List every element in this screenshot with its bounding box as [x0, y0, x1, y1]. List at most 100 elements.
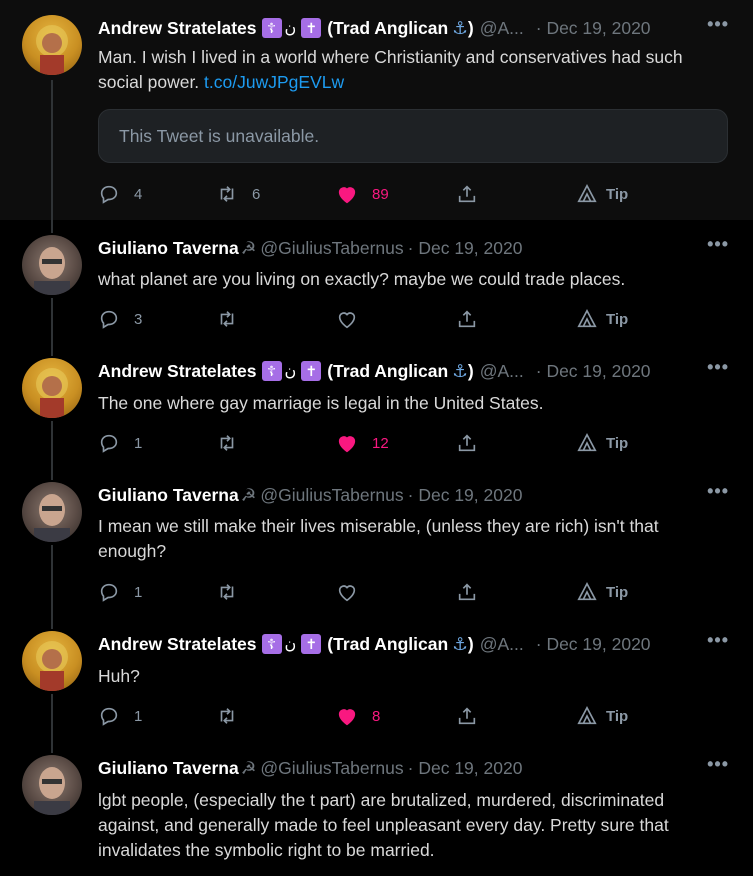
anchor-icon: ⚓	[452, 17, 468, 38]
author-handle[interactable]: @A...	[480, 361, 524, 382]
like-button[interactable]: 8	[336, 704, 380, 728]
author-name[interactable]: Giuliano Taverna	[98, 485, 239, 506]
tip-button[interactable]: Tip	[576, 431, 628, 455]
tip-label: Tip	[606, 185, 629, 203]
thread-line	[51, 545, 53, 616]
tweet-date[interactable]: · Dec 19, 2020	[536, 18, 651, 39]
reply-button[interactable]: 3	[98, 307, 142, 331]
author-name-suffix: (Trad Anglican	[327, 17, 449, 38]
retweet-icon	[220, 186, 234, 202]
tip-button[interactable]: Tip	[576, 580, 628, 604]
more-icon[interactable]: •••	[707, 14, 729, 35]
author-handle[interactable]: @GiuliusTabernus	[260, 238, 403, 259]
avatar[interactable]	[22, 755, 82, 815]
share-button[interactable]	[456, 182, 478, 206]
nun-icon: ن	[284, 636, 297, 653]
like-button[interactable]: 12	[336, 431, 389, 455]
author-name[interactable]: Andrew Stratelates	[98, 361, 257, 382]
retweet-button[interactable]: 6	[216, 182, 260, 206]
retweet-button[interactable]	[216, 307, 238, 331]
tip-icon	[577, 308, 597, 328]
reply-icon	[100, 583, 118, 602]
retweet-icon	[220, 311, 234, 327]
retweet-button[interactable]	[216, 580, 238, 604]
like-button[interactable]: 89	[336, 182, 389, 206]
reply-button[interactable]: 1	[98, 704, 142, 728]
nun-icon: ن	[284, 363, 297, 380]
tweet[interactable]: Giuliano Taverna ☭ @GiuliusTabernus · De…	[0, 467, 753, 616]
author-handle[interactable]: @A...	[480, 634, 524, 655]
avatar[interactable]	[22, 482, 82, 542]
author-handle[interactable]: @GiuliusTabernus	[260, 485, 403, 506]
more-icon[interactable]: •••	[707, 754, 729, 775]
author-name[interactable]: Giuliano Taverna	[98, 758, 239, 779]
tweet-link[interactable]: t.co/JuwJPgEVLw	[204, 72, 344, 92]
share-button[interactable]	[456, 307, 478, 331]
tweet-header: Andrew Stratelates ☦ ن ✝ (Trad Anglican …	[98, 360, 733, 382]
orthodox-cross-icon: ☦	[261, 361, 282, 381]
thread-line	[51, 694, 53, 740]
author-name[interactable]: Andrew Stratelates	[98, 634, 257, 655]
tweet-header: Giuliano Taverna ☭ @GiuliusTabernus · De…	[98, 237, 733, 259]
reply-button[interactable]: 1	[98, 580, 142, 604]
tweet-actions: 1 Tip	[98, 580, 753, 604]
tip-button[interactable]: Tip	[576, 704, 628, 728]
thread-line	[51, 220, 53, 233]
tweet-date[interactable]: · Dec 19, 2020	[408, 485, 523, 506]
thread-line	[51, 80, 53, 220]
share-button[interactable]	[456, 580, 478, 604]
reply-count: 1	[134, 707, 143, 725]
author-name-close: )	[467, 633, 474, 654]
thread-line	[51, 298, 53, 343]
avatar[interactable]	[22, 235, 82, 295]
author-name[interactable]: Andrew Stratelates	[98, 18, 257, 39]
tweet-date[interactable]: · Dec 19, 2020	[536, 361, 651, 382]
retweet-button[interactable]	[216, 704, 238, 728]
retweet-icon	[220, 584, 234, 600]
more-icon[interactable]: •••	[707, 234, 729, 255]
reply-count: 1	[134, 434, 143, 452]
avatar[interactable]	[22, 15, 82, 75]
reply-count: 4	[134, 185, 143, 203]
share-icon	[458, 434, 476, 452]
reply-button[interactable]: 4	[98, 182, 142, 206]
more-icon[interactable]: •••	[707, 357, 729, 378]
tweet[interactable]: Andrew Stratelates ☦ ن ✝ (Trad Anglican …	[0, 616, 753, 740]
more-icon[interactable]: •••	[707, 630, 729, 651]
tweet[interactable]: Andrew Stratelates ☦ ن ✝ (Trad Anglican …	[0, 0, 753, 220]
tweet[interactable]: Giuliano Taverna ☭ @GiuliusTabernus · De…	[0, 740, 753, 876]
author-name[interactable]: Giuliano Taverna	[98, 238, 239, 259]
tweet[interactable]: Andrew Stratelates ☦ ن ✝ (Trad Anglican …	[0, 343, 753, 467]
tweet-date[interactable]: · Dec 19, 2020	[536, 634, 651, 655]
latin-cross-icon: ✝	[301, 361, 322, 381]
tweet-text: lgbt people, (especially the t part) are…	[98, 790, 669, 860]
tweet-feed: Andrew Stratelates ☦ ن ✝ (Trad Anglican …	[0, 0, 753, 876]
tweet-actions: 1 8 Tip	[98, 704, 753, 728]
author-handle[interactable]: @GiuliusTabernus	[260, 758, 403, 779]
tip-button[interactable]: Tip	[576, 182, 628, 206]
avatar[interactable]	[22, 358, 82, 418]
share-button[interactable]	[456, 431, 478, 455]
like-button[interactable]	[336, 307, 358, 331]
tip-button[interactable]: Tip	[576, 307, 628, 331]
tweet-header: Giuliano Taverna ☭ @GiuliusTabernus · De…	[98, 484, 733, 506]
author-handle[interactable]: @A...	[480, 18, 524, 39]
author-name-suffix: (Trad Anglican	[327, 633, 449, 654]
reply-button[interactable]: 1	[98, 431, 142, 455]
quoted-tweet[interactable]: This Tweet is unavailable.	[98, 109, 728, 163]
more-icon[interactable]: •••	[707, 481, 729, 502]
thread-line	[51, 616, 53, 629]
author-name-close: )	[467, 360, 474, 381]
tweet-date[interactable]: · Dec 19, 2020	[408, 758, 523, 779]
anchor-icon: ⚓	[452, 633, 468, 654]
tweet[interactable]: Giuliano Taverna ☭ @GiuliusTabernus · De…	[0, 220, 753, 343]
avatar[interactable]	[22, 631, 82, 691]
tweet-date[interactable]: · Dec 19, 2020	[408, 238, 523, 259]
share-button[interactable]	[456, 704, 478, 728]
tip-label: Tip	[606, 583, 629, 601]
tweet-header: Andrew Stratelates ☦ ن ✝ (Trad Anglican …	[98, 17, 733, 39]
like-button[interactable]	[336, 580, 358, 604]
thread-line	[51, 343, 53, 356]
reply-icon	[100, 310, 118, 329]
retweet-button[interactable]	[216, 431, 238, 455]
